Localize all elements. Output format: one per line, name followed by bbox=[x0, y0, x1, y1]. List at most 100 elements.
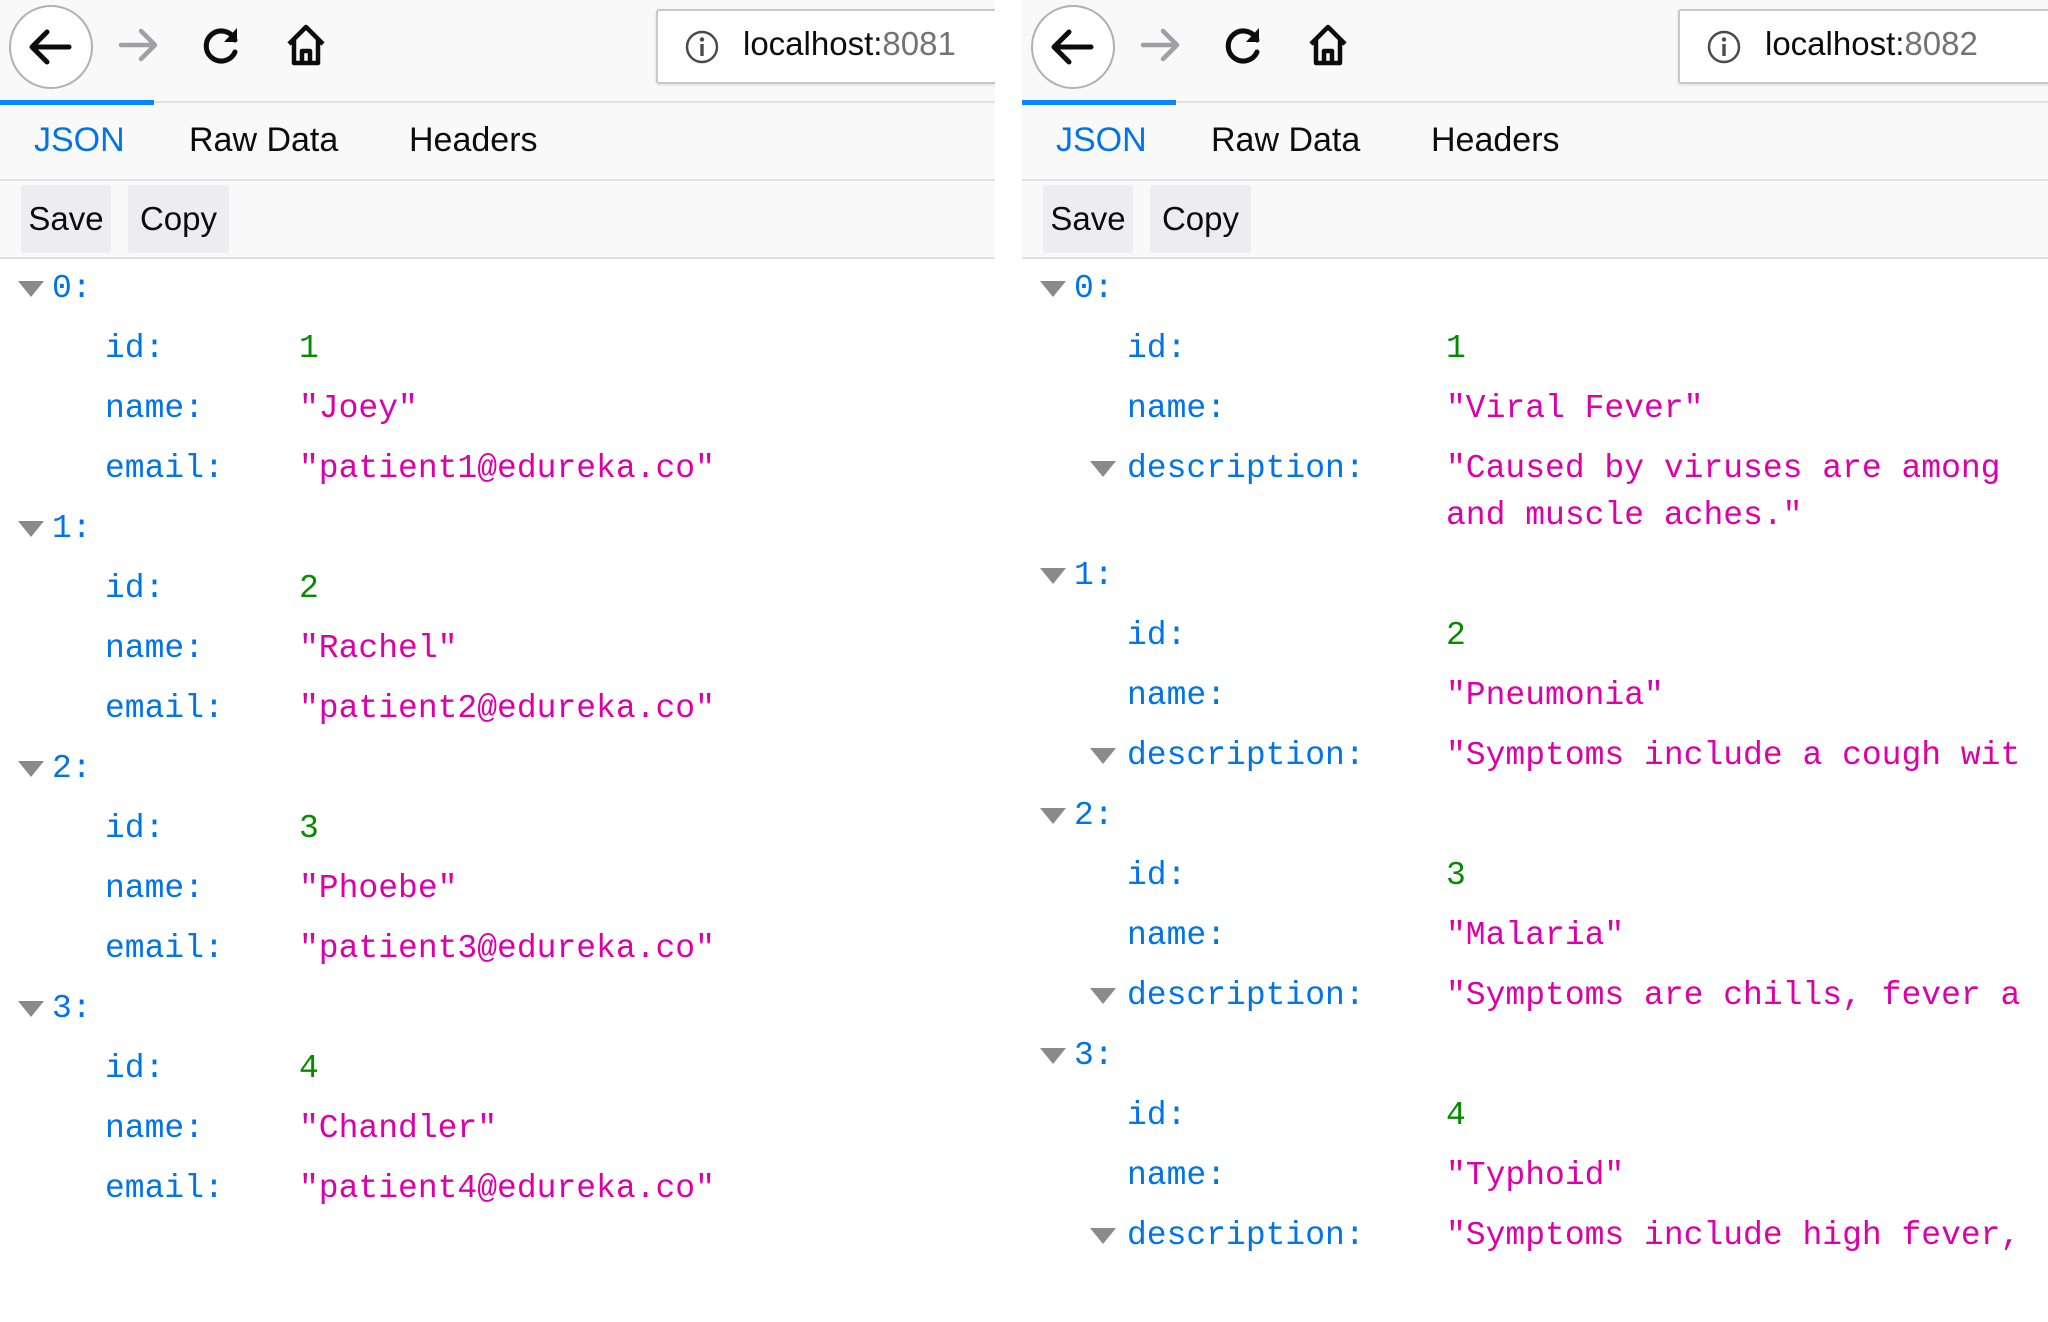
home-icon[interactable] bbox=[281, 20, 331, 70]
copy-button[interactable]: Copy bbox=[1150, 185, 1251, 253]
json-tree: 0: id: 1 name: "Joey" email: "patient1@edureka… bbox=[0, 259, 995, 1219]
field-value: 3 bbox=[1446, 857, 1466, 894]
viewer-tabs: JSON Raw Data Headers bbox=[1022, 100, 2048, 181]
field-key: id: bbox=[105, 570, 165, 607]
copy-button[interactable]: Copy bbox=[128, 185, 229, 253]
collapse-triangle-icon[interactable] bbox=[1040, 568, 1066, 584]
field-key: id: bbox=[105, 330, 165, 367]
field-key: description: bbox=[1127, 737, 1365, 774]
field-value: "Symptoms are chills, fever a bbox=[1446, 977, 2021, 1014]
browser-toolbar: localhost:8081 bbox=[0, 0, 995, 103]
back-button[interactable] bbox=[1031, 5, 1115, 89]
json-field-row: id: 4 bbox=[1022, 1086, 2048, 1146]
item-index: 3: bbox=[52, 990, 92, 1027]
collapse-triangle-icon[interactable] bbox=[1040, 1048, 1066, 1064]
json-field-row: id: 4 bbox=[0, 1039, 995, 1099]
field-value: 1 bbox=[299, 330, 319, 367]
collapse-triangle-icon[interactable] bbox=[18, 761, 44, 777]
save-button[interactable]: Save bbox=[21, 185, 111, 253]
collapse-triangle-icon[interactable] bbox=[18, 1001, 44, 1017]
field-key: email: bbox=[105, 690, 224, 727]
json-array-item[interactable]: 2: bbox=[0, 739, 995, 799]
save-button[interactable]: Save bbox=[1043, 185, 1133, 253]
field-key: id: bbox=[1127, 617, 1187, 654]
json-field-row: description: "Caused by viruses are among… bbox=[1022, 439, 2048, 546]
collapse-triangle-icon[interactable] bbox=[1090, 748, 1116, 764]
item-index: 0: bbox=[52, 270, 92, 307]
field-value: "Phoebe" bbox=[299, 870, 458, 907]
browser-toolbar: localhost:8082 bbox=[1022, 0, 2048, 103]
field-key: name: bbox=[105, 630, 205, 667]
field-value: "patient1@edureka.co" bbox=[299, 450, 715, 487]
reload-icon[interactable] bbox=[197, 20, 247, 70]
json-field-row: name: "Rachel" bbox=[0, 619, 995, 679]
item-index: 0: bbox=[1074, 270, 1114, 307]
json-array-item[interactable]: 3: bbox=[0, 979, 995, 1039]
url-bar[interactable]: localhost:8082 bbox=[1678, 9, 2048, 84]
tab-json[interactable]: JSON bbox=[34, 121, 125, 160]
field-key: description: bbox=[1127, 450, 1365, 487]
field-key: name: bbox=[105, 390, 205, 427]
item-index: 2: bbox=[1074, 797, 1114, 834]
field-key: email: bbox=[105, 930, 224, 967]
tab-raw-data[interactable]: Raw Data bbox=[1211, 121, 1360, 160]
json-field-row: id: 1 bbox=[1022, 319, 2048, 379]
home-icon[interactable] bbox=[1303, 20, 1353, 70]
url-port: 8081 bbox=[882, 25, 956, 62]
field-value: 1 bbox=[1446, 330, 1466, 367]
json-array-item[interactable]: 3: bbox=[1022, 1026, 2048, 1086]
tab-headers[interactable]: Headers bbox=[1431, 121, 1560, 160]
forward-icon[interactable] bbox=[1135, 20, 1185, 70]
active-tab-indicator bbox=[0, 100, 154, 105]
collapse-triangle-icon[interactable] bbox=[1090, 461, 1116, 477]
reload-icon[interactable] bbox=[1219, 20, 1269, 70]
forward-icon[interactable] bbox=[113, 20, 163, 70]
json-field-row: email: "patient4@edureka.co" bbox=[0, 1159, 995, 1219]
field-key: name: bbox=[1127, 390, 1227, 427]
json-field-row: name: "Malaria" bbox=[1022, 906, 2048, 966]
json-field-row: name: "Chandler" bbox=[0, 1099, 995, 1159]
viewer-tabs: JSON Raw Data Headers bbox=[0, 100, 995, 181]
tab-headers[interactable]: Headers bbox=[409, 121, 538, 160]
field-key: name: bbox=[105, 870, 205, 907]
url-text[interactable]: localhost:8081 bbox=[743, 25, 956, 63]
info-icon[interactable] bbox=[684, 29, 720, 65]
collapse-triangle-icon[interactable] bbox=[18, 521, 44, 537]
collapse-triangle-icon[interactable] bbox=[1040, 281, 1066, 297]
json-field-row: description: "Symptoms are chills, fever … bbox=[1022, 966, 2048, 1026]
back-button[interactable] bbox=[9, 5, 93, 89]
collapse-triangle-icon[interactable] bbox=[1090, 1228, 1116, 1244]
tab-raw-data[interactable]: Raw Data bbox=[189, 121, 338, 160]
json-array-item[interactable]: 1: bbox=[0, 499, 995, 559]
collapse-triangle-icon[interactable] bbox=[1090, 988, 1116, 1004]
field-key: name: bbox=[105, 1110, 205, 1147]
field-key: id: bbox=[105, 810, 165, 847]
json-array-item[interactable]: 1: bbox=[1022, 546, 2048, 606]
url-port: 8082 bbox=[1904, 25, 1978, 62]
field-key: description: bbox=[1127, 1217, 1365, 1254]
json-array-item[interactable]: 2: bbox=[1022, 786, 2048, 846]
back-arrow-icon bbox=[1051, 29, 1094, 65]
json-field-row: description: "Symptoms include a cough wi… bbox=[1022, 726, 2048, 786]
collapse-triangle-icon[interactable] bbox=[18, 281, 44, 297]
collapse-triangle-icon[interactable] bbox=[1040, 808, 1066, 824]
url-bar[interactable]: localhost:8081 bbox=[656, 9, 995, 84]
json-field-row: email: "patient1@edureka.co" bbox=[0, 439, 995, 499]
field-value: "Symptoms include high fever, bbox=[1446, 1217, 2021, 1254]
url-host: localhost: bbox=[1765, 25, 1905, 62]
json-array-item[interactable]: 0: bbox=[0, 259, 995, 319]
info-icon[interactable] bbox=[1706, 29, 1742, 65]
json-array-item[interactable]: 0: bbox=[1022, 259, 2048, 319]
field-key: email: bbox=[105, 1170, 224, 1207]
field-value: "Symptoms include a cough wit bbox=[1446, 737, 2021, 774]
field-key: name: bbox=[1127, 1157, 1227, 1194]
field-value: 2 bbox=[299, 570, 319, 607]
json-field-row: id: 3 bbox=[1022, 846, 2048, 906]
url-text[interactable]: localhost:8082 bbox=[1765, 25, 1978, 63]
field-key: name: bbox=[1127, 677, 1227, 714]
tab-json[interactable]: JSON bbox=[1056, 121, 1147, 160]
json-tree: 0: id: 1 name: "Viral Fever" description: "Cau… bbox=[1022, 259, 2048, 1266]
json-field-row: name: "Typhoid" bbox=[1022, 1146, 2048, 1206]
field-key: description: bbox=[1127, 977, 1365, 1014]
url-host: localhost: bbox=[743, 25, 883, 62]
